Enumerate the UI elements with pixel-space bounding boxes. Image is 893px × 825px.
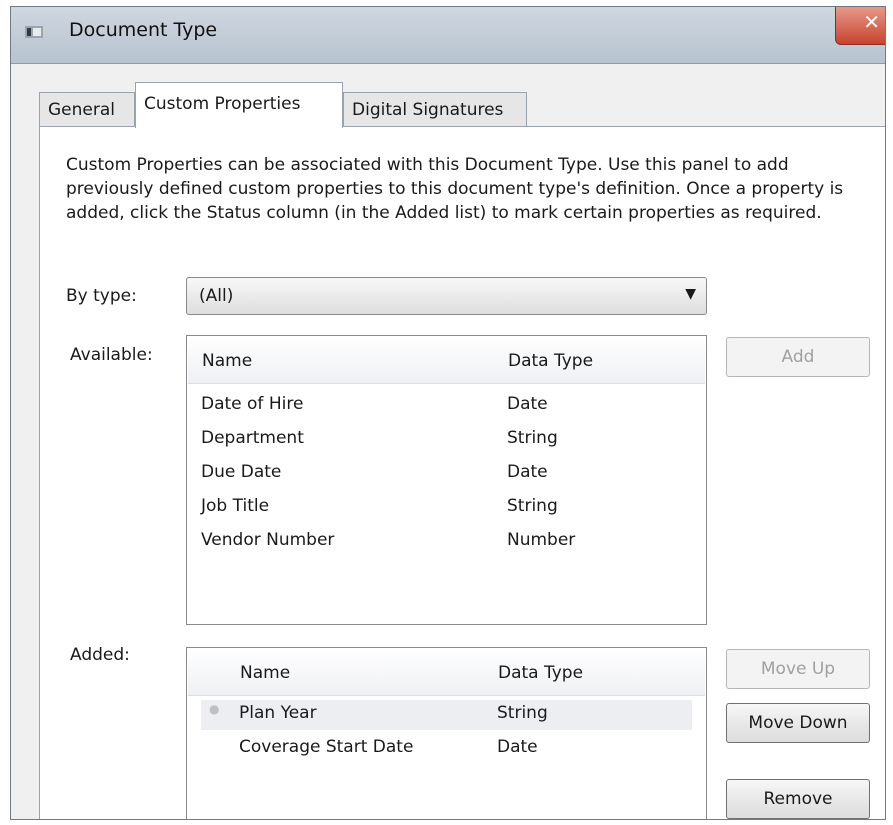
move-up-button[interactable]: Move Up [726,649,870,689]
added-label: Added: [70,645,130,665]
column-header-name[interactable]: Name [202,351,252,371]
property-name: Coverage Start Date [239,737,414,757]
property-name: Job Title [201,496,270,516]
property-data-type: Date [507,462,548,482]
panel-description: Custom Properties can be associated with… [66,155,844,223]
column-header-data-type[interactable]: Data Type [498,663,583,683]
property-name: Department [201,428,304,448]
column-header-data-type[interactable]: Data Type [508,351,593,371]
property-data-type: Date [497,737,538,757]
property-name: Due Date [201,462,282,482]
close-icon: ✕ [863,10,880,34]
property-data-type: String [507,428,558,448]
by-type-label: By type: [66,286,137,306]
added-list-header: Name Data Type [188,649,705,696]
custom-properties-panel: Custom Properties can be associated with… [39,126,885,819]
title-bar: Document Type ✕ [11,7,885,64]
remove-button[interactable]: Remove [726,779,870,819]
document-type-window: Document Type ✕ General Custom Propertie… [10,6,886,820]
tab-digital-signatures[interactable]: Digital Signatures [343,92,527,126]
window-title: Document Type [69,19,218,41]
property-name: Vendor Number [201,530,335,550]
property-data-type: Date [507,394,548,414]
property-data-type: Number [507,530,576,550]
available-label: Available: [70,345,153,365]
by-type-dropdown[interactable]: (All) ▼ [186,277,707,315]
by-type-value: (All) [199,286,234,306]
property-data-type: String [507,496,558,516]
move-down-button[interactable]: Move Down [726,703,870,743]
property-name: Plan Year [239,703,317,723]
window-app-icon [25,26,43,38]
status-indicator-icon[interactable]: ● [209,702,219,716]
tab-custom-properties[interactable]: Custom Properties [135,82,343,128]
property-name: Date of Hire [201,394,304,414]
close-button[interactable]: ✕ [835,7,885,45]
add-button[interactable]: Add [726,337,870,377]
property-data-type: String [497,703,548,723]
added-list[interactable]: Name Data Type ● Plan Year String Covera… [186,647,707,819]
tab-general[interactable]: General [39,92,135,126]
available-list-header: Name Data Type [188,337,705,384]
available-list[interactable]: Name Data Type Date of Hire Date Departm… [186,335,707,625]
column-header-name[interactable]: Name [240,663,290,683]
chevron-down-icon: ▼ [685,286,696,302]
